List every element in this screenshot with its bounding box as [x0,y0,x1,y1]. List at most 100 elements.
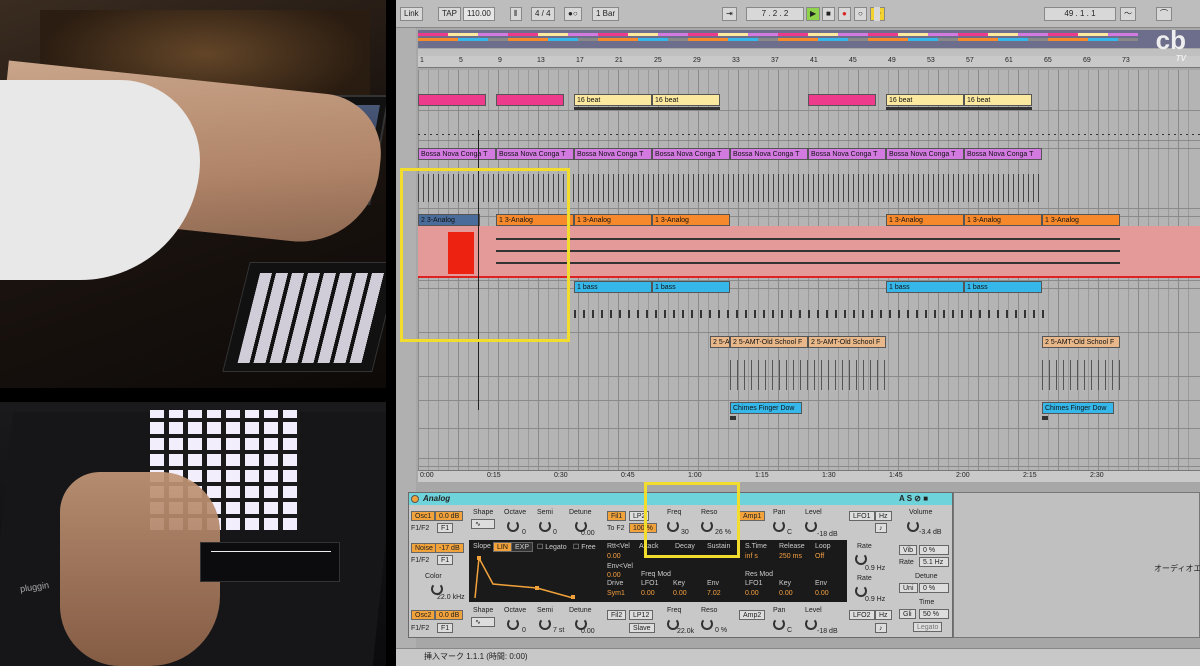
link-button[interactable]: Link [400,7,423,21]
clip-bossa-nova-conga[interactable]: Bossa Nova Conga T [964,148,1042,160]
res-mod-env-value[interactable]: 0.00 [815,590,829,597]
res-mod-lfo-value[interactable]: 0.00 [745,590,759,597]
fil1-toggle[interactable]: Fil1 [607,511,627,521]
device-drop-area[interactable]: オーディオエフ [953,492,1200,638]
clip-chimes[interactable]: Chimes Finger Dow [730,402,802,414]
amp2-level-knob[interactable] [805,618,817,630]
clip-bass[interactable]: 1 bass [886,281,964,293]
noise-filter-select[interactable]: F1 [437,555,454,565]
clip-bossa-nova-conga[interactable]: Bossa Nova Conga T [418,148,496,160]
beat-ruler[interactable]: 1 5 9 13 17 21 25 29 33 37 41 45 49 53 57 61 65 69 73 [418,56,1200,68]
loop-start-field[interactable]: 49 . 1 . 1 [1044,7,1116,21]
key-map-icon[interactable]: ⌒ [1156,7,1172,21]
clip-bossa-nova-conga[interactable]: Bossa Nova Conga T [730,148,808,160]
amp1-toggle[interactable]: Amp1 [739,511,766,521]
fil2-reso-knob[interactable] [701,618,713,630]
position-field[interactable]: 7 . 2 . 2 [746,7,804,21]
drive-value[interactable]: Sym1 [607,590,625,597]
osc1-shape-select[interactable]: ∿ [471,519,495,529]
fil2-type-select[interactable]: LP12 [629,610,654,620]
tap-button[interactable]: TAP [438,7,461,21]
clip-bossa-nova-conga[interactable]: Bossa Nova Conga T [574,148,652,160]
clip-analog[interactable]: 1 3-Analog [1042,214,1120,226]
clip-16-beat[interactable]: 16 beat [574,94,652,106]
clip-analog[interactable]: 1 3-Analog [964,214,1042,226]
device-power-icon[interactable] [411,495,419,503]
follow-icon[interactable]: ⇥ [722,7,737,21]
clip-pink[interactable] [808,94,876,106]
amp1-level-knob[interactable] [805,520,817,532]
metronome-icon[interactable]: ⦀ [510,7,522,21]
arrangement-overview[interactable] [418,30,1200,48]
quantize-select[interactable]: 1 Bar [592,7,620,21]
fil2-slave-button[interactable]: Slave [629,623,655,633]
osc1-octave-knob[interactable] [507,520,519,532]
amp2-toggle[interactable]: Amp2 [739,610,766,620]
noise-toggle[interactable]: Noise [411,543,437,553]
res-mod-key-value[interactable]: 0.00 [779,590,793,597]
osc2-octave-knob[interactable] [507,618,519,630]
osc1-level[interactable]: 0.0 dB [435,511,464,521]
clip-bass[interactable]: 1 bass [652,281,730,293]
amp2-pan-knob[interactable] [773,618,785,630]
draw-mode-icon[interactable]: 〜 [1120,7,1136,21]
time-signature[interactable]: 4 / 4 [531,7,555,21]
lfo2-toggle[interactable]: LFO2 [849,610,875,620]
record-mode-icon[interactable]: ●○ [564,7,582,21]
env-env-vel-value[interactable]: 0.00 [607,572,621,579]
envelope-graph[interactable] [473,554,583,600]
clip-bass[interactable]: 1 bass [964,281,1042,293]
lfo1-sync-icon[interactable]: ♪ [875,523,887,533]
lfo1-rate-knob[interactable] [855,553,867,565]
osc2-semi-knob[interactable] [539,618,551,630]
unison-toggle[interactable]: Uni [899,583,918,593]
amp1-pan-knob[interactable] [773,520,785,532]
clip-analog[interactable]: 1 3-Analog [574,214,652,226]
env-release-value[interactable]: 250 ms [779,553,802,560]
vibrato-toggle[interactable]: Vib [899,545,917,555]
freq-mod-env-value[interactable]: 7.02 [707,590,721,597]
osc2-shape-select[interactable]: ∿ [471,617,495,627]
lfo2-sync-icon[interactable]: ♪ [875,623,887,633]
osc2-toggle[interactable]: Osc2 [411,610,436,620]
clip-bossa-nova-conga[interactable]: Bossa Nova Conga T [652,148,730,160]
env-free-checkbox[interactable]: ☐ Free [573,543,596,551]
env-att-vel-value[interactable]: 0.00 [607,553,621,560]
record-button[interactable]: ● [838,7,851,21]
volume-knob[interactable] [907,520,919,532]
env-exp-button[interactable]: EXP [511,542,534,552]
clip-chimes[interactable]: Chimes Finger Dow [1042,402,1114,414]
device-header-icons[interactable]: A S ⊘ ■ [899,494,928,503]
clip-bossa-nova-conga[interactable]: Bossa Nova Conga T [496,148,574,160]
lfo1-toggle[interactable]: LFO1 [849,511,875,521]
play-button[interactable]: ▶ [806,7,821,21]
osc2-filter-select[interactable]: F1 [437,623,454,633]
lfo1-hz-button[interactable]: Hz [875,511,892,521]
clip-analog[interactable]: 1 3-Analog [886,214,964,226]
stop-button[interactable]: ■ [822,7,835,21]
env-lin-button[interactable]: LIN [493,542,512,552]
osc2-level[interactable]: 0.0 dB [435,610,464,620]
clip-16-beat[interactable]: 16 beat [652,94,720,106]
legato-button[interactable]: Legato [913,622,943,632]
glide-time-value[interactable]: 50 % [919,609,949,619]
glide-toggle[interactable]: Gli [899,609,916,619]
clip-pink[interactable] [418,94,486,106]
vibrato-amount[interactable]: 0 % [919,545,949,555]
clip-pink[interactable] [496,94,564,106]
osc1-toggle[interactable]: Osc1 [411,511,436,521]
clip-amt-old-school[interactable]: 2 5-AMT-Old School F [730,336,808,348]
freq-mod-lfo-value[interactable]: 0.00 [641,590,655,597]
clip-analog[interactable]: 1 3-Analog [652,214,730,226]
tempo-field[interactable]: 110.00 [463,7,495,21]
clip-16-beat[interactable]: 16 beat [886,94,964,106]
clip-16-beat[interactable]: 16 beat [964,94,1032,106]
osc1-semi-knob[interactable] [539,520,551,532]
env-loop-value[interactable]: Off [815,553,824,560]
time-ruler[interactable]: 0:00 0:15 0:30 0:45 1:00 1:15 1:30 1:45 2:00 2:15… [418,470,1200,482]
overdub-icon[interactable]: ○ [854,7,867,21]
lfo2-hz-button[interactable]: Hz [875,610,892,620]
clip-amt-old-school[interactable]: 2 5-AMT-Old School F [1042,336,1120,348]
clip-bossa-nova-conga[interactable]: Bossa Nova Conga T [808,148,886,160]
fil2-toggle[interactable]: Fil2 [607,610,627,620]
